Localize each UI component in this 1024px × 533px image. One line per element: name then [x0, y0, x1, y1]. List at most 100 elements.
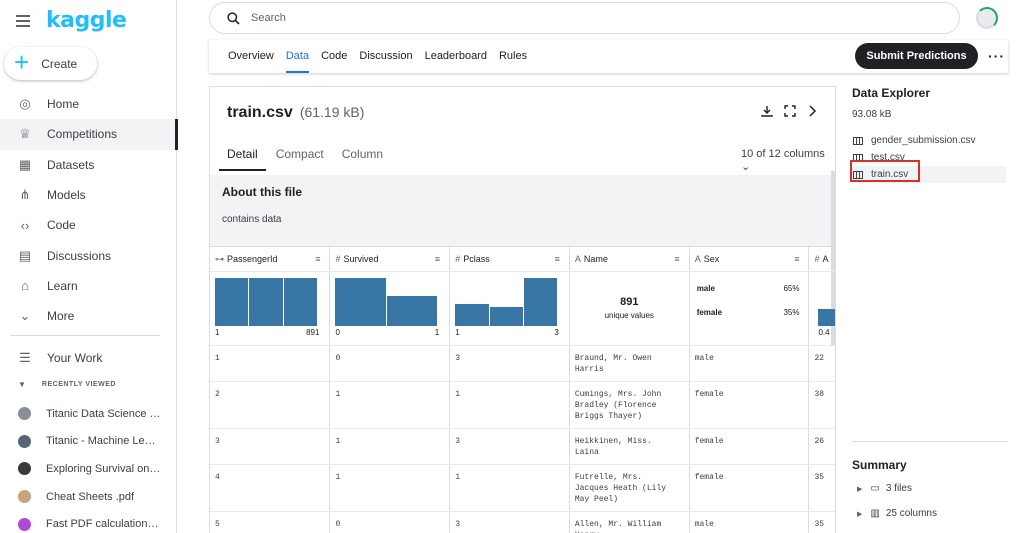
histogram-bar	[818, 309, 835, 326]
sort-icon[interactable]: ≡	[555, 254, 560, 264]
chevron-right-icon[interactable]	[807, 104, 817, 120]
recent-thumbnail	[18, 407, 31, 421]
histogram	[215, 278, 318, 326]
summary-item-label: 3 files	[885, 483, 912, 494]
sidebar-header: kaggle	[0, 0, 176, 40]
table-cell: 1	[449, 381, 570, 429]
recent-item[interactable]: Titanic - Machine Lear...	[0, 428, 177, 456]
sidebar-item-home[interactable]: ◎ Home	[0, 89, 177, 119]
sidebar-item-more[interactable]: ⌄ More	[0, 301, 177, 331]
sidebar-item-models[interactable]: ⋔ Models	[0, 180, 177, 210]
about-title: About this file	[222, 185, 302, 199]
sidebar-item-competitions[interactable]: ♕ Competitions	[0, 119, 178, 150]
data-table: ⊶ PassengerId ≡ # Survived ≡ # Pclass ≡ A Name ≡ A Se…	[210, 246, 835, 533]
range-max: 1	[434, 328, 440, 337]
file-item-test-csv[interactable]: test.csv	[852, 149, 1006, 166]
column-header[interactable]: A Sex ≡	[689, 246, 810, 272]
fullscreen-icon[interactable]	[784, 104, 796, 120]
menu-icon[interactable]	[16, 14, 30, 27]
recent-item[interactable]: Exploring Survival on t...	[0, 455, 177, 483]
sidebar-item-discussions[interactable]: ▤ Discussions	[0, 240, 177, 270]
sort-icon[interactable]: ≡	[794, 254, 799, 264]
table-cell: 5	[210, 511, 331, 533]
tab-code[interactable]: Code	[321, 40, 347, 73]
table-cell: 1	[210, 345, 331, 382]
recently-viewed-header[interactable]: ▼ RECENTLY VIEWED	[18, 380, 116, 389]
histogram-range: 13	[455, 328, 559, 337]
file-item-train-csv[interactable]: train.csv	[852, 166, 1006, 183]
column-header[interactable]: # Pclass ≡	[449, 246, 570, 272]
table-cell: female	[689, 428, 810, 465]
column-type-icon: #	[335, 254, 341, 264]
sort-icon[interactable]: ≡	[674, 254, 679, 264]
summary-divider	[852, 441, 1008, 442]
tab-overview[interactable]: Overview	[228, 40, 274, 73]
tab-leaderboard[interactable]: Leaderboard	[425, 40, 487, 73]
sidebar-item-label: More	[47, 309, 75, 324]
column-summary-row: 1 891 0 1 1 3 891 unique values male 65% female 35%…	[210, 271, 835, 346]
file-item-label: train.csv	[871, 169, 909, 180]
file-list: gender_submission.csv test.csv train.csv	[852, 132, 1012, 183]
file-item-label: gender_submission.csv	[871, 135, 976, 146]
table-row: 503Allen, Mr. William Henrymale35	[210, 511, 835, 533]
tab-rules[interactable]: Rules	[499, 40, 527, 73]
subtab-detail[interactable]: Detail	[219, 140, 266, 171]
table-cell: 0	[329, 511, 451, 533]
sidebar-item-label: Your Work	[47, 351, 103, 366]
caret-right-icon: ▶	[857, 485, 863, 493]
table-cell: male	[689, 511, 810, 533]
recent-item[interactable]: Titanic Data Science S...	[0, 400, 177, 428]
sidebar-item-label: Home	[47, 97, 80, 112]
column-header[interactable]: ⊶ PassengerId ≡	[210, 246, 331, 272]
sidebar-divider	[10, 335, 160, 336]
recent-item[interactable]: Cheat Sheets .pdf	[0, 483, 177, 511]
table-cell: Cumings, Mrs. John Bradley (Florence Bri…	[569, 381, 690, 429]
sort-icon[interactable]: ≡	[435, 254, 440, 264]
column-header[interactable]: A Name ≡	[569, 246, 690, 272]
recently-viewed-label: RECENTLY VIEWED	[41, 381, 116, 388]
comments-icon: ▤	[18, 247, 32, 263]
table-cell: 3	[449, 511, 570, 533]
summary-item[interactable]: ▶ ▭ 3 files	[857, 476, 1012, 501]
subtab-column[interactable]: Column	[334, 140, 391, 171]
recent-item[interactable]: Fast PDF calculation w...	[0, 510, 177, 533]
data-explorer-title: Data Explorer	[852, 86, 931, 100]
subtab-compact[interactable]: Compact	[268, 140, 332, 171]
table-cell: 0	[329, 345, 451, 382]
column-header[interactable]: # A	[808, 246, 835, 272]
recent-list: Titanic Data Science S... Titanic - Machi…	[0, 400, 177, 533]
search-input[interactable]	[251, 12, 851, 24]
sidebar-item-your-work[interactable]: ☰ Your Work	[0, 343, 177, 373]
recent-thumbnail	[18, 434, 31, 448]
range-max: 3	[554, 328, 559, 337]
tab-discussion[interactable]: Discussion	[359, 40, 412, 73]
table-cell: 35	[808, 511, 835, 533]
tab-data[interactable]: Data	[285, 40, 310, 73]
data-explorer: Data Explorer 93.08 kB gender_submission…	[852, 86, 1012, 183]
summary-item-label: 25 columns	[885, 508, 937, 519]
download-icon[interactable]	[761, 104, 773, 120]
file-item-gender_submission-csv[interactable]: gender_submission.csv	[852, 132, 1006, 149]
sidebar-item-code[interactable]: ‹› Code	[0, 210, 177, 240]
recent-thumbnail	[18, 490, 31, 504]
sidebar-item-label: Discussions	[47, 248, 112, 263]
column-header[interactable]: # Survived ≡	[329, 246, 451, 272]
create-button[interactable]: + Create	[4, 47, 97, 80]
table-file-icon	[853, 153, 863, 162]
models-icon: ⋔	[19, 187, 31, 203]
search-bar[interactable]	[209, 2, 960, 34]
sidebar-item-datasets[interactable]: ▦ Datasets	[0, 150, 177, 180]
column-header-label: Sex	[703, 254, 720, 264]
columns-selector[interactable]: 10 of 12 columns ⌄	[741, 148, 835, 173]
school-icon: ⌂	[21, 278, 29, 294]
sort-icon[interactable]: ≡	[315, 254, 320, 264]
summary-item[interactable]: ▶ ▥ 25 columns	[857, 501, 1012, 526]
kaggle-logo[interactable]: kaggle	[46, 8, 127, 33]
table-cell: 3	[449, 345, 570, 382]
category-label: female	[696, 308, 723, 317]
trophy-icon: ♕	[19, 126, 31, 142]
sidebar-item-learn[interactable]: ⌂ Learn	[0, 271, 177, 301]
more-options-icon[interactable]: ···	[988, 48, 1005, 64]
user-avatar[interactable]	[976, 7, 998, 29]
submit-predictions-button[interactable]: Submit Predictions	[855, 43, 978, 69]
